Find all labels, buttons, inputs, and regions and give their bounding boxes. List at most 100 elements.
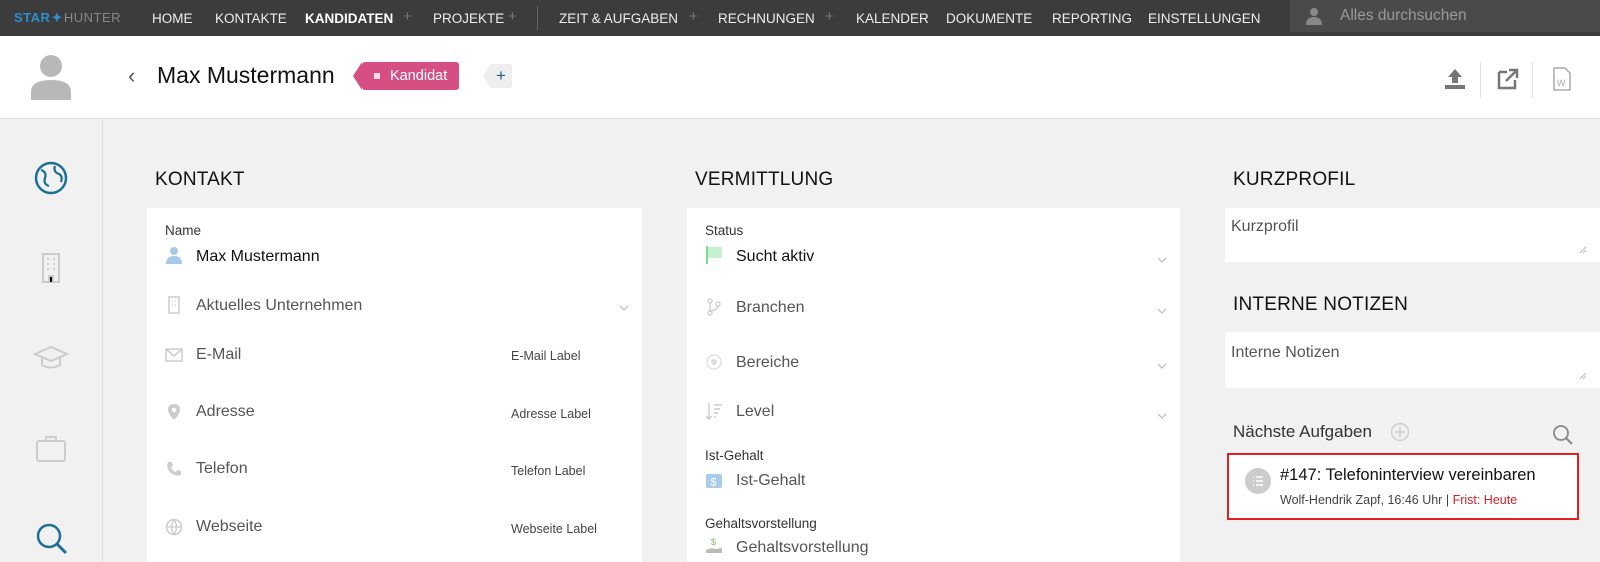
logo[interactable]: STAR✦HUNTER: [14, 10, 121, 26]
nav-kalender[interactable]: KALENDER: [856, 11, 929, 26]
target-icon: [706, 354, 722, 370]
add-task-icon[interactable]: [1390, 422, 1410, 442]
chevron-down-icon[interactable]: [619, 304, 629, 312]
building-icon: [168, 296, 180, 314]
nav-reporting[interactable]: REPORTING: [1052, 11, 1132, 26]
phone-label-field[interactable]: Telefon Label: [511, 464, 585, 478]
flag-icon: [706, 246, 722, 264]
level-field[interactable]: Level: [736, 403, 774, 421]
chevron-down-icon[interactable]: [1157, 256, 1167, 264]
task-list-icon: [1245, 468, 1271, 494]
location-pin-icon: [168, 404, 180, 420]
task-title[interactable]: #147: Telefoninterview vereinbaren: [1280, 466, 1536, 485]
email-field[interactable]: E-Mail: [196, 346, 241, 364]
building-icon[interactable]: [33, 250, 69, 286]
nav-rechnungen[interactable]: RECHNUNGEN: [718, 11, 815, 26]
tag-dot-icon: [374, 73, 380, 79]
website-field[interactable]: Webseite: [196, 518, 262, 536]
logo-hunter-text: HUNTER: [63, 10, 122, 25]
svg-text:$: $: [711, 477, 717, 489]
nav-dokumente[interactable]: DOKUMENTE: [946, 11, 1032, 26]
nav-projekte[interactable]: PROJEKTE: [433, 11, 504, 26]
nav-divider: [537, 6, 538, 30]
avatar-icon: [31, 55, 71, 100]
branchen-field[interactable]: Branchen: [736, 299, 805, 317]
notizen-textarea[interactable]: Interne Notizen: [1225, 332, 1600, 388]
ist-gehalt-label: Ist-Gehalt: [705, 448, 764, 463]
global-search: [1290, 0, 1600, 32]
ist-gehalt-field[interactable]: Ist-Gehalt: [736, 472, 805, 490]
word-export-icon[interactable]: W: [1548, 66, 1574, 92]
globe-icon[interactable]: [33, 160, 69, 196]
money-icon: $: [706, 474, 722, 489]
resize-grip-icon[interactable]: [1579, 372, 1587, 380]
vermittlung-heading: VERMITTLUNG: [695, 169, 834, 190]
website-label-field[interactable]: Webseite Label: [511, 522, 597, 536]
external-link-icon[interactable]: [1495, 66, 1521, 92]
nav-kontakte[interactable]: KONTAKTE: [215, 11, 287, 26]
kontakt-heading: KONTAKT: [155, 169, 245, 190]
nav-kandidaten-add-icon[interactable]: +: [403, 8, 412, 25]
name-field[interactable]: Max Mustermann: [196, 248, 320, 266]
task-item[interactable]: #147: Telefoninterview vereinbaren Wolf-…: [1227, 453, 1579, 520]
task-meta: Wolf-Hendrik Zapf, 16:46 Uhr | Frist: He…: [1280, 493, 1517, 507]
notizen-heading: INTERNE NOTIZEN: [1233, 294, 1409, 315]
globe-icon: [165, 518, 183, 536]
sort-level-icon: [705, 403, 722, 420]
back-chevron-icon[interactable]: ‹: [128, 65, 142, 87]
nav-zeit-add-icon[interactable]: +: [689, 8, 698, 25]
vermittlung-card: Status Sucht aktiv Branchen Bereiche Lev…: [687, 208, 1180, 562]
email-label-field[interactable]: E-Mail Label: [511, 349, 580, 363]
nav-kandidaten[interactable]: KANDIDATEN: [305, 11, 393, 26]
logo-star-text: STAR: [14, 10, 51, 25]
person-icon: [166, 247, 182, 264]
record-header: ‹ Max Mustermann Kandidat + W: [0, 36, 1600, 119]
graduation-cap-icon[interactable]: [33, 340, 69, 376]
status-field[interactable]: Sucht aktiv: [736, 248, 814, 266]
kontakt-card: Name Max Mustermann Aktuelles Unternehme…: [147, 208, 642, 562]
status-label: Status: [705, 223, 744, 238]
search-input[interactable]: [1340, 6, 1580, 26]
header-divider: [1532, 62, 1533, 98]
kurzprofil-placeholder: Kurzprofil: [1231, 218, 1299, 235]
page-title: Max Mustermann: [157, 62, 335, 88]
nav-projekte-add-icon[interactable]: +: [508, 8, 517, 25]
bereiche-field[interactable]: Bereiche: [736, 354, 799, 372]
nav-rechnungen-add-icon[interactable]: +: [825, 8, 834, 25]
search-tasks-icon[interactable]: [1552, 424, 1574, 446]
chevron-down-icon[interactable]: [1157, 362, 1167, 370]
candidate-tag[interactable]: Kandidat: [352, 62, 460, 90]
tag-label: Kandidat: [390, 68, 448, 84]
kurzprofil-textarea[interactable]: Kurzprofil: [1225, 208, 1600, 262]
header-divider: [1480, 62, 1481, 98]
top-navigation: STAR✦HUNTER HOME KONTAKTE KANDIDATEN + P…: [0, 0, 1600, 36]
user-icon: [1306, 8, 1322, 25]
gehaltsvorstellung-label: Gehaltsvorstellung: [705, 516, 817, 531]
search-icon[interactable]: [33, 520, 69, 556]
address-label-field[interactable]: Adresse Label: [511, 407, 591, 421]
salary-hand-icon: $: [706, 537, 722, 553]
upload-icon[interactable]: [1442, 66, 1468, 92]
task-separator: |: [1445, 493, 1450, 507]
company-field[interactable]: Aktuelles Unternehmen: [196, 297, 362, 315]
add-tag-button[interactable]: +: [483, 64, 512, 88]
gehaltsvorstellung-field[interactable]: Gehaltsvorstellung: [736, 539, 869, 557]
address-field[interactable]: Adresse: [196, 403, 255, 421]
svg-text:$: $: [711, 537, 716, 547]
chevron-down-icon[interactable]: [1157, 412, 1167, 420]
phone-icon: [167, 462, 181, 476]
chevron-down-icon[interactable]: [1157, 307, 1167, 315]
notizen-placeholder: Interne Notizen: [1231, 344, 1340, 361]
resize-grip-icon[interactable]: [1579, 246, 1587, 254]
nav-zeit-aufgaben[interactable]: ZEIT & AUFGABEN: [559, 11, 678, 26]
mail-icon: [165, 348, 183, 362]
task-assignee: Wolf-Hendrik Zapf, 16:46 Uhr: [1280, 493, 1443, 507]
nav-home[interactable]: HOME: [152, 11, 193, 26]
nav-einstellungen[interactable]: EINSTELLUNGEN: [1148, 11, 1261, 26]
phone-field[interactable]: Telefon: [196, 460, 248, 478]
task-due: Frist: Heute: [1452, 493, 1518, 507]
briefcase-icon[interactable]: [33, 430, 69, 466]
aufgaben-heading: Nächste Aufgaben: [1233, 422, 1372, 441]
svg-text:W: W: [1557, 78, 1566, 88]
star-icon: ✦: [51, 10, 63, 25]
